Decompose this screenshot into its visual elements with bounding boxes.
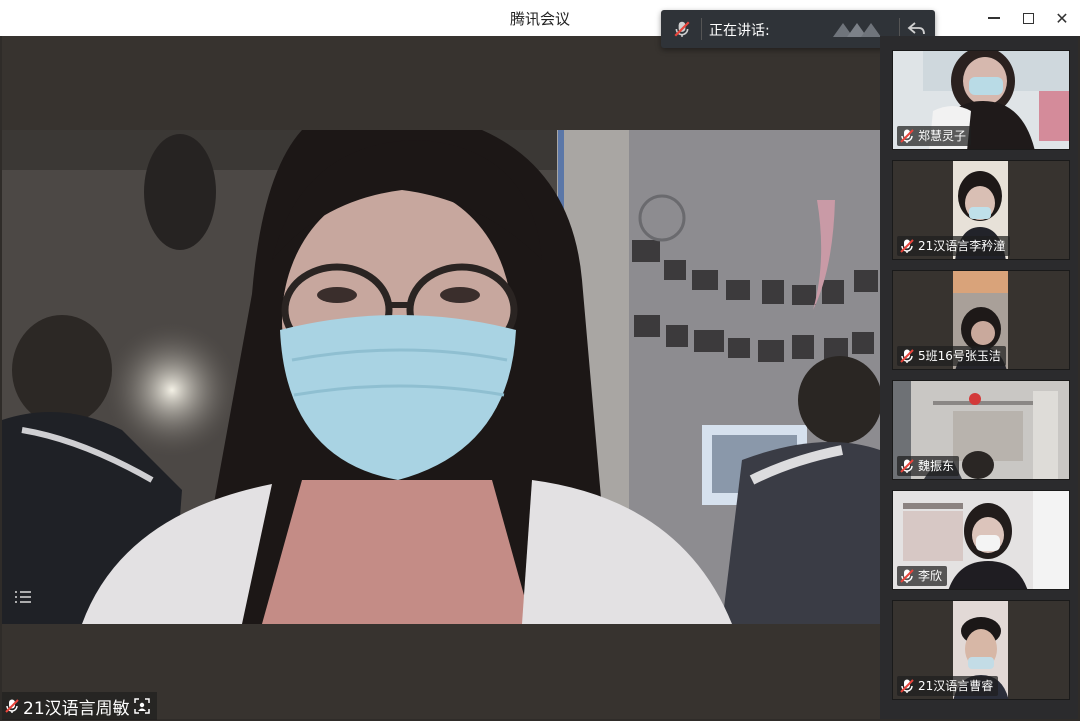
mic-muted-icon [5, 699, 19, 713]
close-icon: ✕ [1055, 8, 1069, 28]
close-button[interactable]: ✕ [1045, 0, 1079, 36]
mic-muted-icon [900, 239, 914, 253]
participant-tile[interactable]: 21汉语言李矜潼 [892, 160, 1070, 260]
participant-tile[interactable]: 魏振东 [892, 380, 1070, 480]
participant-gallery: 郑慧灵子 21汉语言李矜潼 5班16号张玉洁 魏振东 李欣 21汉语言曹睿 [880, 36, 1078, 719]
maximize-button[interactable] [1011, 0, 1045, 36]
main-video-area[interactable] [2, 36, 880, 719]
participant-label: 魏振东 [897, 456, 960, 476]
participant-name: 21汉语言李矜潼 [918, 239, 1006, 253]
participant-name: 5班16号张玉洁 [918, 349, 1001, 363]
participant-label: 5班16号张玉洁 [897, 346, 1006, 366]
participant-name: 郑慧灵子 [918, 129, 967, 143]
maximize-icon [1022, 12, 1034, 24]
minimize-icon [988, 17, 1000, 19]
participant-name: 李欣 [918, 569, 943, 583]
main-video-feed [2, 130, 880, 624]
participant-tile[interactable]: 5班16号张玉洁 [892, 270, 1070, 370]
participant-label: 21汉语言李矜潼 [897, 236, 1011, 256]
list-menu-icon[interactable] [12, 586, 34, 608]
divider [701, 18, 702, 40]
participant-name: 21汉语言曹睿 [918, 679, 994, 693]
participant-name: 魏振东 [918, 459, 955, 473]
participant-label: 李欣 [897, 566, 948, 586]
audio-wave-icon [833, 23, 881, 37]
focus-frame-icon[interactable] [133, 697, 151, 715]
meeting-window: 腾讯会议 ✕ 21汉语言周敏 正在讲话: 郑慧灵子 21汉语言李矜潼 5班16号… [0, 0, 1080, 721]
participant-label: 郑慧灵子 [897, 126, 972, 146]
minimize-button[interactable] [977, 0, 1011, 36]
mic-muted-icon [900, 349, 914, 363]
mic-muted-icon [900, 459, 914, 473]
video-frame-image [2, 130, 880, 624]
mic-muted-icon [900, 679, 914, 693]
main-participant-tag: 21汉语言周敏 [2, 692, 157, 720]
mic-muted-icon [674, 21, 690, 37]
main-participant-name: 21汉语言周敏 [23, 698, 130, 719]
participant-tile[interactable]: 李欣 [892, 490, 1070, 590]
participant-tile[interactable]: 21汉语言曹睿 [892, 600, 1070, 700]
participant-tile[interactable]: 郑慧灵子 [892, 50, 1070, 150]
speaking-label: 正在讲话: [709, 23, 770, 39]
participant-label: 21汉语言曹睿 [897, 676, 999, 696]
mic-muted-icon [900, 129, 914, 143]
mic-muted-icon [900, 569, 914, 583]
